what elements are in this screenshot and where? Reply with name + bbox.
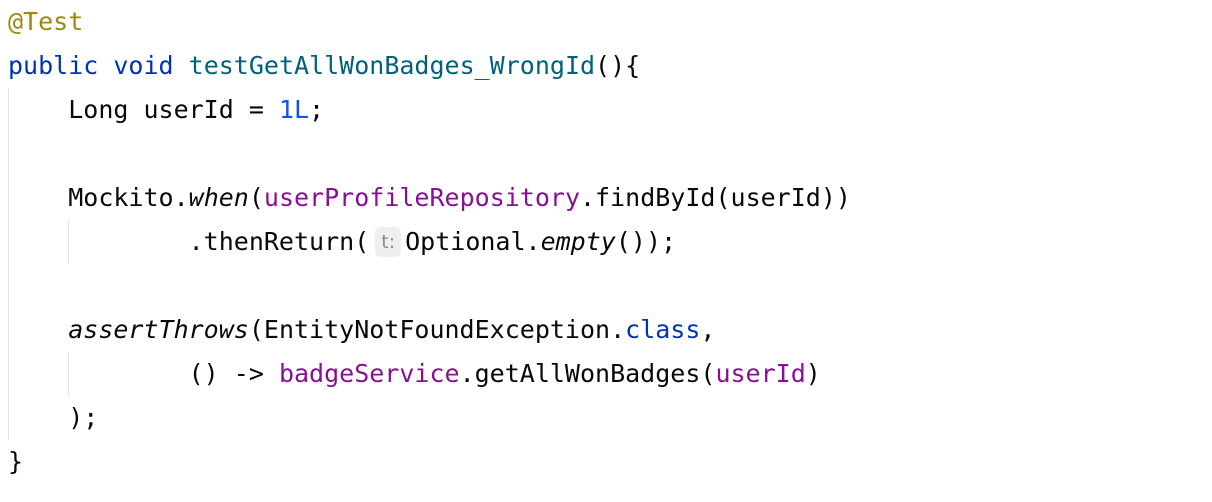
badge-service-field: badgeService — [278, 359, 460, 388]
keyword-void: void — [113, 51, 174, 80]
code-line-mockito-when[interactable]: Mockito.when(userProfileRepository.findB… — [8, 176, 851, 220]
test-annotation: @Test — [8, 7, 84, 36]
repository-field: userProfileRepository — [263, 183, 580, 212]
assert-throws-method: assertThrows — [68, 315, 249, 344]
parameter-hint: t: — [375, 227, 402, 257]
user-id-param: userId — [715, 359, 806, 388]
close-statement: ); — [68, 403, 99, 432]
keyword-public: public — [8, 51, 99, 80]
code-line-then-return[interactable]: .thenReturn(t: Optional.empty()); — [8, 220, 676, 264]
exception-class: (EntityNotFoundException. — [248, 315, 626, 344]
keyword-class: class — [625, 315, 701, 344]
semicolon: ; — [309, 95, 325, 124]
close-paren: ) — [805, 359, 821, 388]
when-method: when — [188, 183, 249, 212]
lambda-arrow: () -> — [188, 359, 279, 388]
mockito-class: Mockito. — [68, 183, 189, 212]
code-line-user-id[interactable]: Long userId = 1L; — [8, 88, 324, 132]
number-literal: 1L — [278, 95, 310, 124]
comma: , — [700, 315, 716, 344]
method-parens: (){ — [595, 51, 641, 80]
then-return-call: .thenReturn( — [188, 227, 370, 256]
closing-parens: ()); — [615, 227, 677, 256]
code-line-close-call[interactable]: ); — [8, 396, 98, 440]
find-by-id-call: .findById(userId)) — [580, 183, 851, 212]
code-editor[interactable]: @Test public void testGetAllWonBadges_Wr… — [0, 0, 1212, 502]
code-line-method-signature[interactable]: public void testGetAllWonBadges_WrongId(… — [8, 44, 640, 88]
get-all-won-badges-call: .getAllWonBadges( — [459, 359, 716, 388]
code-line-annotation[interactable]: @Test — [8, 0, 83, 44]
code-line-assert-throws[interactable]: assertThrows(EntityNotFoundException.cla… — [8, 308, 715, 352]
code-line-lambda[interactable]: () -> badgeService.getAllWonBadges(userI… — [8, 352, 821, 396]
empty-method: empty — [540, 227, 616, 256]
code-line-close-brace[interactable]: } — [8, 440, 23, 484]
variable-declaration: Long userId = — [68, 95, 279, 124]
optional-class: Optional. — [405, 227, 541, 256]
open-paren: ( — [248, 183, 264, 212]
method-name: testGetAllWonBadges_WrongId — [188, 51, 596, 80]
closing-brace: } — [8, 447, 24, 476]
